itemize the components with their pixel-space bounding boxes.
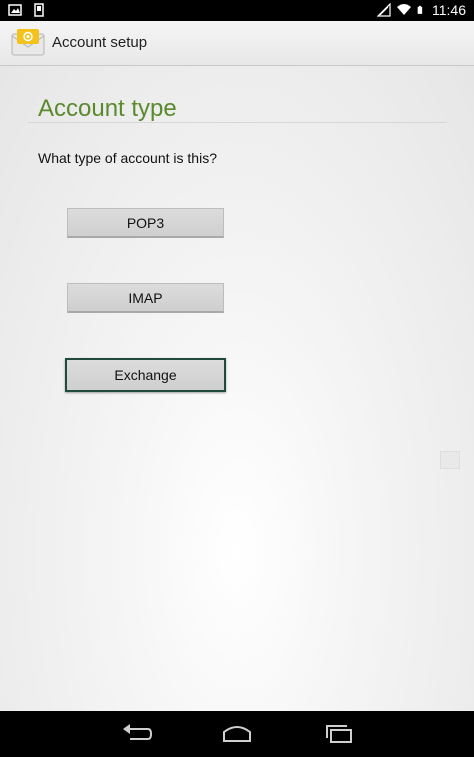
wifi-icon — [397, 4, 411, 15]
app-title: Account setup — [52, 34, 148, 51]
sd-card-icon — [34, 3, 44, 17]
battery-icon — [417, 5, 423, 14]
edge-handle — [440, 451, 460, 469]
section-title: Account type — [38, 95, 177, 122]
account-type-screen: Account type What type of account is thi… — [0, 66, 474, 711]
home-icon[interactable] — [220, 723, 254, 745]
action-bar: Account setup — [0, 21, 474, 66]
imap-button[interactable]: IMAP — [67, 283, 224, 313]
navigation-bar — [0, 711, 474, 757]
status-time: 11:46 — [432, 2, 466, 18]
recent-apps-icon[interactable] — [322, 723, 356, 745]
back-icon[interactable] — [120, 723, 154, 745]
email-app-icon[interactable] — [11, 28, 45, 56]
account-type-question: What type of account is this? — [38, 150, 217, 166]
status-bar: 11:46 — [0, 0, 474, 21]
exchange-button[interactable]: Exchange — [65, 358, 226, 392]
picture-icon — [8, 4, 22, 16]
pop3-button[interactable]: POP3 — [67, 208, 224, 238]
signal-icon — [377, 3, 391, 17]
section-divider — [28, 122, 447, 123]
